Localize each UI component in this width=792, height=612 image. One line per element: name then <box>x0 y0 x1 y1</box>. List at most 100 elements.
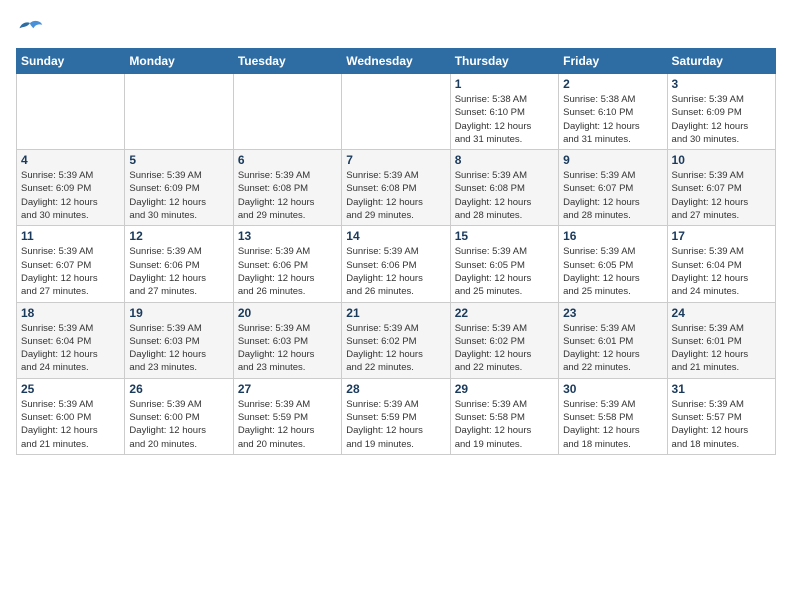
day-info: Sunrise: 5:39 AM Sunset: 6:09 PM Dayligh… <box>21 169 120 222</box>
day-number: 16 <box>563 229 662 243</box>
calendar-week-1: 1Sunrise: 5:38 AM Sunset: 6:10 PM Daylig… <box>17 74 776 150</box>
weekday-header-wednesday: Wednesday <box>342 49 450 74</box>
calendar-cell: 15Sunrise: 5:39 AM Sunset: 6:05 PM Dayli… <box>450 226 558 302</box>
day-info: Sunrise: 5:39 AM Sunset: 6:02 PM Dayligh… <box>346 322 445 375</box>
weekday-header-thursday: Thursday <box>450 49 558 74</box>
day-number: 19 <box>129 306 228 320</box>
calendar-header-row: SundayMondayTuesdayWednesdayThursdayFrid… <box>17 49 776 74</box>
day-number: 21 <box>346 306 445 320</box>
calendar-cell <box>233 74 341 150</box>
day-info: Sunrise: 5:39 AM Sunset: 6:06 PM Dayligh… <box>129 245 228 298</box>
day-info: Sunrise: 5:39 AM Sunset: 6:04 PM Dayligh… <box>21 322 120 375</box>
calendar-cell: 20 Sunrise: 5:39 AM Sunset: 6:03 PM Dayli… <box>233 302 341 378</box>
calendar-cell <box>17 74 125 150</box>
day-info: Sunrise: 5:39 AM Sunset: 6:03 PM Dayligh… <box>238 322 337 375</box>
day-info: Sunrise: 5:39 AM Sunset: 6:01 PM Dayligh… <box>563 322 662 375</box>
calendar-cell: 10 Sunrise: 5:39 AM Sunset: 6:07 PM Dayli… <box>667 150 775 226</box>
calendar-week-4: 18 Sunrise: 5:39 AM Sunset: 6:04 PM Dayli… <box>17 302 776 378</box>
day-info: Sunrise: 5:39 AM Sunset: 5:58 PM Dayligh… <box>455 398 554 451</box>
day-number: 31 <box>672 382 771 396</box>
calendar-cell: 4 Sunrise: 5:39 AM Sunset: 6:09 PM Daylig… <box>17 150 125 226</box>
day-info: Sunrise: 5:39 AM Sunset: 6:08 PM Dayligh… <box>346 169 445 222</box>
calendar-cell: 13 Sunrise: 5:39 AM Sunset: 6:06 PM Dayli… <box>233 226 341 302</box>
day-info: Sunrise: 5:39 AM Sunset: 6:05 PM Dayligh… <box>455 245 554 298</box>
calendar-cell: 22 Sunrise: 5:39 AM Sunset: 6:02 PM Dayli… <box>450 302 558 378</box>
calendar-cell: 8Sunrise: 5:39 AM Sunset: 6:08 PM Daylig… <box>450 150 558 226</box>
calendar-cell: 12 Sunrise: 5:39 AM Sunset: 6:06 PM Dayli… <box>125 226 233 302</box>
day-number: 17 <box>672 229 771 243</box>
day-number: 22 <box>455 306 554 320</box>
day-number: 28 <box>346 382 445 396</box>
day-number: 4 <box>21 153 120 167</box>
calendar-cell: 19 Sunrise: 5:39 AM Sunset: 6:03 PM Dayli… <box>125 302 233 378</box>
day-info: Sunrise: 5:39 AM Sunset: 6:04 PM Dayligh… <box>672 245 771 298</box>
day-info: Sunrise: 5:39 AM Sunset: 6:07 PM Dayligh… <box>563 169 662 222</box>
day-number: 23 <box>563 306 662 320</box>
day-number: 25 <box>21 382 120 396</box>
calendar-cell: 14 Sunrise: 5:39 AM Sunset: 6:06 PM Dayli… <box>342 226 450 302</box>
calendar-cell: 6 Sunrise: 5:39 AM Sunset: 6:08 PM Daylig… <box>233 150 341 226</box>
day-info: Sunrise: 5:39 AM Sunset: 6:01 PM Dayligh… <box>672 322 771 375</box>
calendar-table: SundayMondayTuesdayWednesdayThursdayFrid… <box>16 48 776 455</box>
calendar-cell: 24 Sunrise: 5:39 AM Sunset: 6:01 PM Dayli… <box>667 302 775 378</box>
day-number: 13 <box>238 229 337 243</box>
calendar-cell: 31 Sunrise: 5:39 AM Sunset: 5:57 PM Dayli… <box>667 378 775 454</box>
day-info: Sunrise: 5:39 AM Sunset: 6:08 PM Dayligh… <box>455 169 554 222</box>
weekday-header-saturday: Saturday <box>667 49 775 74</box>
weekday-header-tuesday: Tuesday <box>233 49 341 74</box>
calendar-cell: 25 Sunrise: 5:39 AM Sunset: 6:00 PM Dayli… <box>17 378 125 454</box>
day-info: Sunrise: 5:39 AM Sunset: 6:02 PM Dayligh… <box>455 322 554 375</box>
calendar-cell: 16Sunrise: 5:39 AM Sunset: 6:05 PM Dayli… <box>559 226 667 302</box>
day-number: 5 <box>129 153 228 167</box>
logo <box>16 16 48 44</box>
day-info: Sunrise: 5:39 AM Sunset: 6:00 PM Dayligh… <box>21 398 120 451</box>
day-info: Sunrise: 5:39 AM Sunset: 6:06 PM Dayligh… <box>346 245 445 298</box>
calendar-cell: 28 Sunrise: 5:39 AM Sunset: 5:59 PM Dayli… <box>342 378 450 454</box>
day-info: Sunrise: 5:39 AM Sunset: 6:09 PM Dayligh… <box>129 169 228 222</box>
day-info: Sunrise: 5:39 AM Sunset: 5:59 PM Dayligh… <box>238 398 337 451</box>
calendar-cell: 9 Sunrise: 5:39 AM Sunset: 6:07 PM Daylig… <box>559 150 667 226</box>
day-info: Sunrise: 5:38 AM Sunset: 6:10 PM Dayligh… <box>455 93 554 146</box>
day-info: Sunrise: 5:39 AM Sunset: 6:06 PM Dayligh… <box>238 245 337 298</box>
day-info: Sunrise: 5:39 AM Sunset: 5:59 PM Dayligh… <box>346 398 445 451</box>
calendar-cell: 27Sunrise: 5:39 AM Sunset: 5:59 PM Dayli… <box>233 378 341 454</box>
day-number: 26 <box>129 382 228 396</box>
calendar-cell: 29 Sunrise: 5:39 AM Sunset: 5:58 PM Dayli… <box>450 378 558 454</box>
calendar-week-3: 11 Sunrise: 5:39 AM Sunset: 6:07 PM Dayli… <box>17 226 776 302</box>
day-number: 29 <box>455 382 554 396</box>
calendar-cell <box>125 74 233 150</box>
day-info: Sunrise: 5:39 AM Sunset: 5:57 PM Dayligh… <box>672 398 771 451</box>
calendar-cell: 11 Sunrise: 5:39 AM Sunset: 6:07 PM Dayli… <box>17 226 125 302</box>
calendar-cell: 1Sunrise: 5:38 AM Sunset: 6:10 PM Daylig… <box>450 74 558 150</box>
day-number: 24 <box>672 306 771 320</box>
calendar-week-5: 25 Sunrise: 5:39 AM Sunset: 6:00 PM Dayli… <box>17 378 776 454</box>
day-number: 10 <box>672 153 771 167</box>
day-info: Sunrise: 5:38 AM Sunset: 6:10 PM Dayligh… <box>563 93 662 146</box>
day-number: 11 <box>21 229 120 243</box>
day-info: Sunrise: 5:39 AM Sunset: 6:03 PM Dayligh… <box>129 322 228 375</box>
calendar-cell <box>342 74 450 150</box>
day-number: 30 <box>563 382 662 396</box>
day-number: 12 <box>129 229 228 243</box>
day-number: 20 <box>238 306 337 320</box>
day-info: Sunrise: 5:39 AM Sunset: 6:07 PM Dayligh… <box>672 169 771 222</box>
day-info: Sunrise: 5:39 AM Sunset: 6:07 PM Dayligh… <box>21 245 120 298</box>
day-number: 6 <box>238 153 337 167</box>
calendar-cell: 21 Sunrise: 5:39 AM Sunset: 6:02 PM Dayli… <box>342 302 450 378</box>
calendar-cell: 2 Sunrise: 5:38 AM Sunset: 6:10 PM Daylig… <box>559 74 667 150</box>
day-number: 9 <box>563 153 662 167</box>
page-header <box>16 16 776 44</box>
calendar-cell: 3Sunrise: 5:39 AM Sunset: 6:09 PM Daylig… <box>667 74 775 150</box>
day-number: 14 <box>346 229 445 243</box>
day-number: 18 <box>21 306 120 320</box>
calendar-cell: 5 Sunrise: 5:39 AM Sunset: 6:09 PM Daylig… <box>125 150 233 226</box>
day-number: 3 <box>672 77 771 91</box>
calendar-week-2: 4 Sunrise: 5:39 AM Sunset: 6:09 PM Daylig… <box>17 150 776 226</box>
weekday-header-monday: Monday <box>125 49 233 74</box>
calendar-cell: 17 Sunrise: 5:39 AM Sunset: 6:04 PM Dayli… <box>667 226 775 302</box>
day-info: Sunrise: 5:39 AM Sunset: 6:00 PM Dayligh… <box>129 398 228 451</box>
calendar-cell: 23 Sunrise: 5:39 AM Sunset: 6:01 PM Dayli… <box>559 302 667 378</box>
day-info: Sunrise: 5:39 AM Sunset: 6:08 PM Dayligh… <box>238 169 337 222</box>
day-number: 2 <box>563 77 662 91</box>
weekday-header-friday: Friday <box>559 49 667 74</box>
